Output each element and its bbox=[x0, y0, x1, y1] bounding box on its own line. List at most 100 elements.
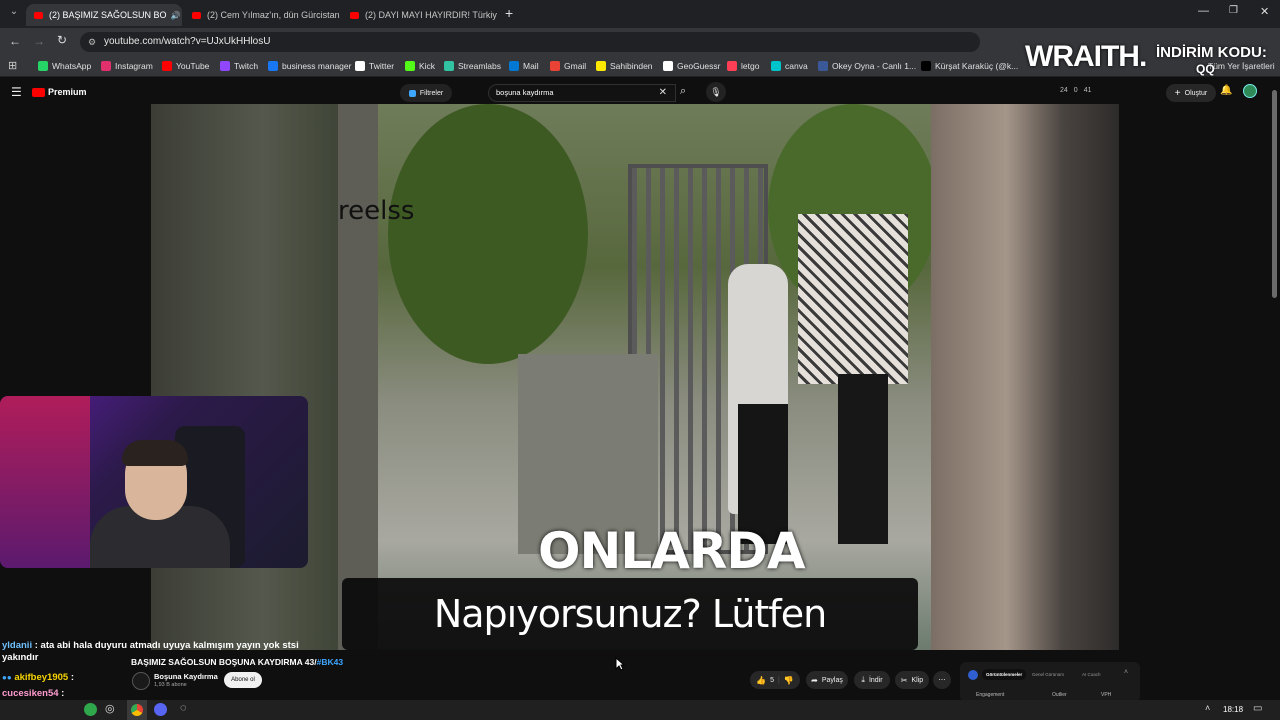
chrome-taskbar-icon[interactable] bbox=[127, 700, 147, 720]
bookmark-item[interactable]: Kick bbox=[405, 55, 435, 77]
close-window-icon[interactable]: ✕ bbox=[1260, 5, 1269, 18]
panel-tab-2[interactable]: AI Coach bbox=[1082, 672, 1101, 677]
download-button[interactable]: ⤓ İndir bbox=[854, 671, 890, 689]
stat-b: 0 bbox=[1073, 87, 1078, 94]
chat-user: yldanii bbox=[2, 640, 33, 651]
minimize-icon[interactable]: — bbox=[1198, 5, 1209, 17]
share-button[interactable]: ➦ Paylaş bbox=[806, 671, 848, 689]
bookmark-favicon-icon bbox=[818, 61, 828, 71]
tab-0[interactable]: (2) BAŞIMIZ SAĞOLSUN BO 🔊 ✕ bbox=[26, 4, 182, 26]
bookmark-item[interactable]: Sahibinden bbox=[596, 55, 653, 77]
youtube-logo[interactable]: Premium bbox=[32, 87, 87, 97]
like-icon[interactable]: 👍 bbox=[756, 676, 766, 685]
download-icon: ⤓ bbox=[861, 675, 865, 684]
tab-2[interactable]: (2) DAYI MAYI HAYIRDIR! Türkiy ✕ bbox=[342, 4, 498, 26]
video-blur-left bbox=[151, 104, 338, 650]
bookmark-favicon-icon bbox=[220, 61, 230, 71]
speaker-icon[interactable]: 🔊 bbox=[171, 11, 181, 20]
bookmark-item[interactable]: letgo bbox=[727, 55, 759, 77]
search-icon[interactable]: ⌕ bbox=[680, 85, 686, 98]
bookmark-item[interactable]: canva bbox=[771, 55, 808, 77]
site-info-icon[interactable]: ⚙ bbox=[88, 32, 96, 52]
obs-taskbar-icon[interactable]: ◌ bbox=[180, 702, 187, 714]
clip-button[interactable]: ✂ Klip bbox=[895, 671, 929, 689]
reload-icon[interactable]: ↻ bbox=[57, 33, 67, 47]
notifications-bell-icon[interactable]: 🔔 bbox=[1220, 85, 1232, 96]
bookmark-item[interactable]: WhatsApp bbox=[38, 55, 91, 77]
discount-label: İNDİRİM KODU: bbox=[1156, 44, 1267, 61]
bookmark-favicon-icon bbox=[550, 61, 560, 71]
subscribe-label: Abone ol bbox=[231, 677, 255, 683]
new-tab-icon[interactable]: + bbox=[505, 5, 513, 21]
tab-search-icon[interactable]: ⌄ bbox=[6, 6, 22, 22]
bookmark-item[interactable]: Twitch bbox=[220, 55, 258, 77]
os-taskbar: ◎ ◌ ˄ 18:18 ▭ bbox=[0, 700, 1280, 720]
more-icon: ⋯ bbox=[938, 677, 946, 684]
badge-icon: ●● bbox=[2, 673, 12, 682]
video-title-text: BAŞIMIZ SAĞOLSUN BOŞUNA KAYDIRMA 43/ bbox=[131, 657, 317, 667]
bookmark-favicon-icon bbox=[38, 61, 48, 71]
create-button[interactable]: + Oluştur bbox=[1166, 84, 1216, 102]
back-icon[interactable]: ← bbox=[9, 34, 21, 48]
filters-button[interactable]: Filtreler bbox=[400, 84, 452, 102]
voice-search-icon[interactable]: 🎙 bbox=[706, 82, 726, 102]
menu-icon[interactable]: ☰ bbox=[11, 85, 22, 99]
more-actions-button[interactable]: ⋯ bbox=[933, 671, 951, 689]
bookmark-favicon-icon bbox=[663, 61, 673, 71]
person-legs-shape bbox=[838, 374, 888, 544]
video-hashtag[interactable]: #BK43 bbox=[317, 657, 343, 667]
bookmark-item[interactable]: Mail bbox=[509, 55, 539, 77]
create-label: Oluştur bbox=[1184, 89, 1208, 97]
channel-avatar[interactable] bbox=[132, 672, 150, 690]
tab-label: (2) BAŞIMIZ SAĞOLSUN BO bbox=[49, 10, 167, 20]
filter-icon bbox=[408, 89, 416, 97]
scissors-icon: ✂ bbox=[900, 675, 908, 685]
sponsor-brand: WRAITH. bbox=[1025, 40, 1147, 73]
forward-icon[interactable]: → bbox=[33, 34, 45, 48]
clock[interactable]: 18:18 bbox=[1223, 705, 1243, 714]
bookmark-item[interactable]: Streamlabs bbox=[444, 55, 501, 77]
bookmark-favicon-icon bbox=[162, 61, 172, 71]
video-info: BAŞIMIZ SAĞOLSUN BOŞUNA KAYDIRMA 43/#BK4… bbox=[130, 652, 1280, 707]
avatar[interactable] bbox=[1243, 84, 1257, 98]
chat-message: ●● akifbey1905 : bbox=[2, 672, 74, 683]
taskbar-app-icon[interactable] bbox=[84, 703, 97, 716]
panel-tab-1[interactable]: Genel Görünüm bbox=[1032, 672, 1064, 677]
bookmark-item[interactable]: Okey Oyna - Canlı 1... bbox=[818, 55, 916, 77]
bookmark-item[interactable]: Gmail bbox=[550, 55, 586, 77]
bookmark-item[interactable]: business manager bbox=[268, 55, 351, 77]
panel-tab-0[interactable]: Görüntülenmeler bbox=[982, 669, 1027, 680]
bookmark-item[interactable]: Instagram bbox=[101, 55, 153, 77]
notification-center-icon[interactable]: ▭ bbox=[1253, 703, 1262, 714]
dislike-icon[interactable]: 👎 bbox=[784, 676, 794, 685]
collapse-panel-icon[interactable]: ˄ bbox=[1124, 669, 1128, 676]
tray-expand-icon[interactable]: ˄ bbox=[1205, 703, 1210, 713]
bookmark-item[interactable]: Kürşat Karaküç (@k... bbox=[921, 55, 1018, 77]
bookmark-item[interactable]: Twitter bbox=[355, 55, 394, 77]
whatsapp-taskbar-icon[interactable]: ◎ bbox=[105, 702, 115, 715]
discord-taskbar-icon[interactable] bbox=[154, 703, 167, 716]
search-input[interactable]: boşuna kaydırma ✕ bbox=[488, 84, 676, 102]
bookmark-label: Kürşat Karaküç (@k... bbox=[935, 61, 1019, 71]
close-tab-icon[interactable]: ✕ bbox=[497, 10, 498, 21]
bookmark-item[interactable]: YouTube bbox=[162, 55, 209, 77]
panel-col-1: Outlier bbox=[1052, 692, 1067, 698]
url-field[interactable]: ⚙ youtube.com/watch?v=UJxUkHHlosU bbox=[80, 32, 980, 52]
tab-1[interactable]: (2) Cem Yılmaz'ın, dün Gürcistan ✕ bbox=[184, 4, 340, 26]
video-player[interactable]: reelss ONLARDA Napıyorsunuz? Lütfen yapm… bbox=[151, 104, 1119, 650]
plus-icon: + bbox=[1174, 87, 1181, 99]
bookmark-favicon-icon bbox=[771, 61, 781, 71]
clear-search-icon[interactable]: ✕ bbox=[659, 85, 667, 101]
bookmark-favicon-icon bbox=[596, 61, 606, 71]
page-scrollbar[interactable] bbox=[1272, 90, 1277, 298]
close-tab-icon[interactable]: ✕ bbox=[181, 10, 183, 21]
bookmark-favicon-icon bbox=[405, 61, 415, 71]
bookmark-label: letgo bbox=[741, 61, 760, 71]
apps-grid-icon[interactable]: ⊞ bbox=[8, 59, 17, 72]
restore-icon[interactable]: ❐ bbox=[1229, 5, 1238, 16]
person-shape bbox=[798, 214, 908, 384]
channel-name[interactable]: Boşuna Kaydırma bbox=[154, 672, 218, 681]
bookmark-item[interactable]: GeoGuessr bbox=[663, 55, 720, 77]
subscribe-button[interactable]: Abone ol bbox=[224, 672, 262, 688]
stat-a: 24 bbox=[1060, 87, 1068, 94]
